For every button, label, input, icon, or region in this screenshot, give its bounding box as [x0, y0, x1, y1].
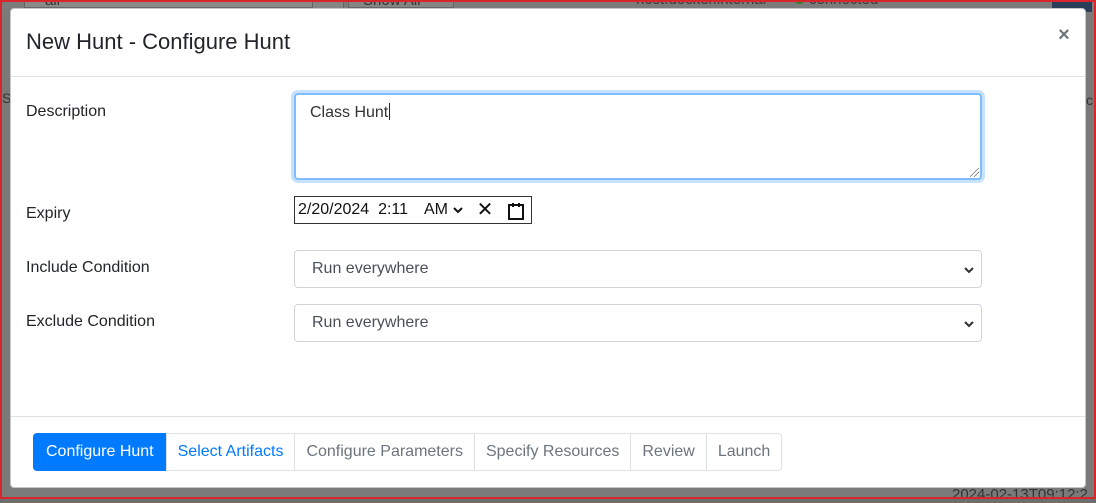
background-status: connected — [794, 0, 878, 8]
exclude-condition-select[interactable]: Run everywhere — [294, 304, 982, 342]
resize-grip-icon[interactable] — [970, 168, 979, 177]
background-show-all-button: Show All — [348, 0, 454, 9]
modal-title: New Hunt - Configure Hunt — [26, 29, 291, 54]
background-search-input: all — [24, 0, 314, 9]
step-configure-hunt[interactable]: Configure Hunt — [33, 433, 167, 471]
wizard-steps: Configure Hunt Select Artifacts Configur… — [33, 433, 783, 471]
expiry-date-time[interactable]: 2/20/2024 2:11 — [298, 201, 408, 219]
text-caret — [389, 103, 391, 120]
modal-header: New Hunt - Configure Hunt × — [11, 9, 1085, 77]
status-dot-icon — [794, 0, 805, 4]
close-icon[interactable]: × — [1055, 25, 1073, 45]
include-condition-select[interactable]: Run everywhere — [294, 250, 982, 288]
description-label: Description — [26, 103, 107, 120]
clear-icon[interactable]: ✕ — [476, 200, 494, 220]
expiry-label: Expiry — [26, 205, 71, 222]
background-edge-right: c — [1086, 92, 1093, 108]
expiry-datetime-input[interactable]: 2/20/2024 2:11 AM ✕ — [294, 196, 532, 224]
include-condition-value: Run everywhere — [312, 260, 429, 277]
expiry-time[interactable]: 2:11 — [378, 201, 408, 218]
new-hunt-modal: New Hunt - Configure Hunt × Description … — [10, 8, 1086, 488]
expiry-ampm[interactable]: AM — [424, 201, 448, 219]
step-select-artifacts[interactable]: Select Artifacts — [165, 433, 296, 471]
chevron-down-icon — [964, 321, 974, 328]
chevron-down-icon — [964, 267, 974, 274]
exclude-condition-value: Run everywhere — [312, 314, 429, 331]
chevron-down-icon[interactable] — [453, 202, 463, 218]
step-launch[interactable]: Launch — [705, 433, 783, 471]
expiry-date[interactable]: 2/20/2024 — [298, 201, 369, 218]
step-configure-parameters[interactable]: Configure Parameters — [294, 433, 475, 471]
description-textarea[interactable]: Class Hunt — [294, 93, 982, 180]
description-value: Class Hunt — [310, 103, 391, 121]
step-specify-resources[interactable]: Specify Resources — [473, 433, 632, 471]
calendar-icon[interactable] — [507, 202, 525, 220]
background-timestamp: 2024-02-13T09:12:2 — [952, 486, 1088, 503]
background-host-text: host.docker.internal — [636, 0, 766, 8]
step-review[interactable]: Review — [630, 433, 707, 471]
background-status-text: connected — [809, 0, 878, 8]
include-condition-label: Include Condition — [26, 259, 150, 276]
exclude-condition-label: Exclude Condition — [26, 313, 155, 330]
